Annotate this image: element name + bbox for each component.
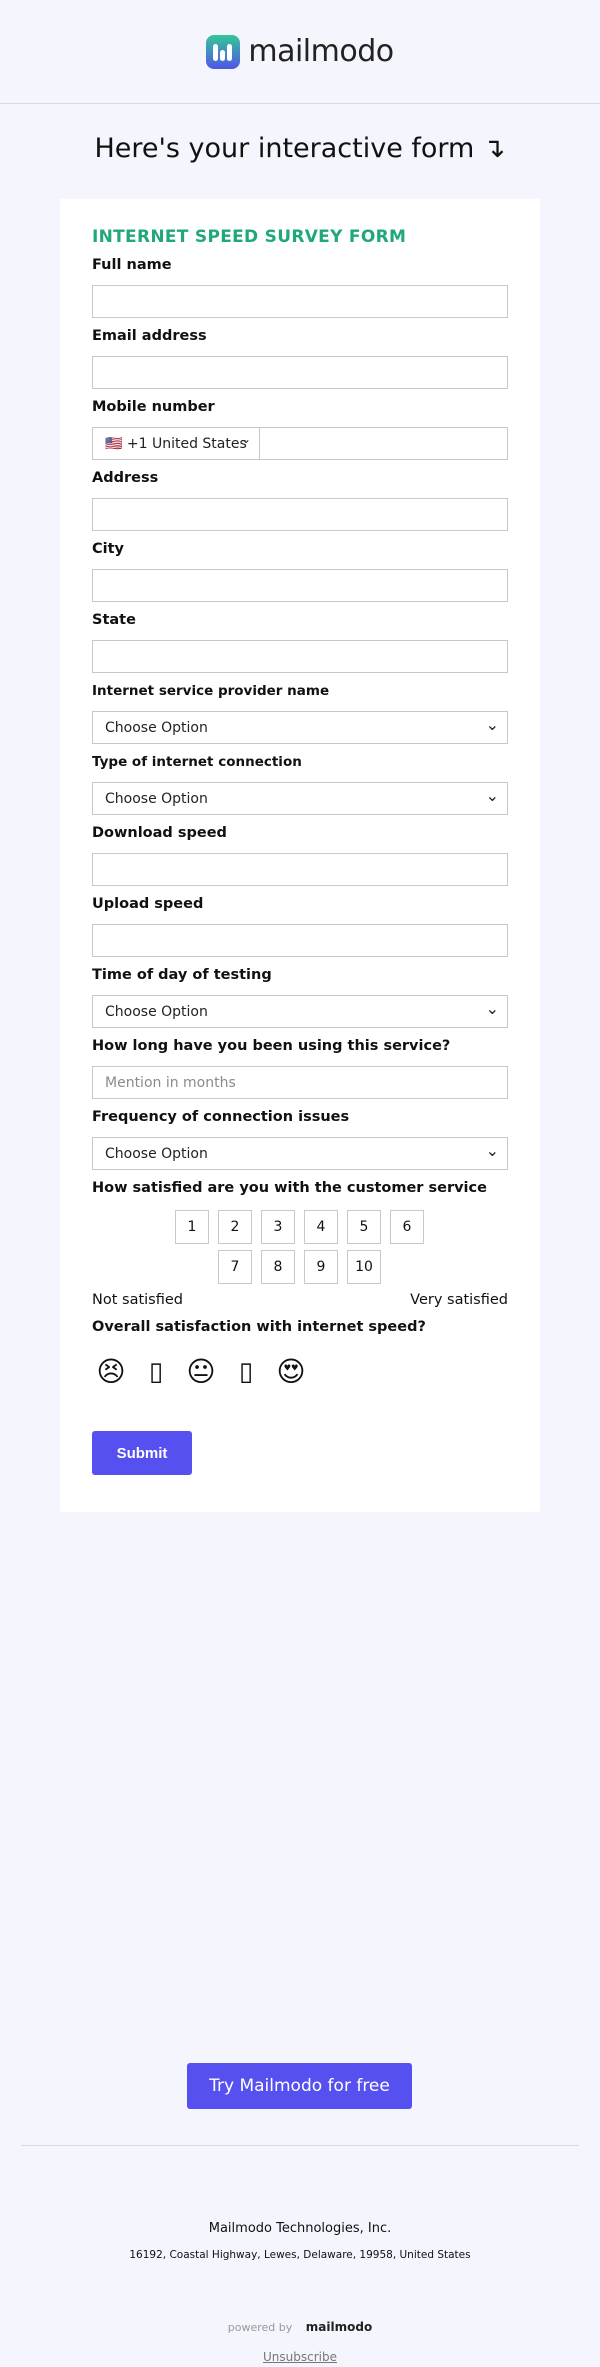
rating-button-8[interactable]: 8 bbox=[261, 1250, 295, 1284]
intro-heading: Here's your interactive form ↴ bbox=[94, 132, 506, 164]
rating-button-5[interactable]: 5 bbox=[347, 1210, 381, 1244]
persevering-face-icon[interactable]: 😣 bbox=[93, 1354, 129, 1390]
address-label: Address bbox=[92, 470, 159, 486]
powered-by[interactable]: powered by mailmodo bbox=[0, 2320, 600, 2334]
mobile-field: 🇺🇸 +1 United States ⌄ bbox=[92, 427, 508, 460]
powered-by-brand: mailmodo bbox=[305, 2320, 373, 2334]
connection-type-select[interactable]: Choose Option bbox=[92, 782, 508, 815]
company-address: 16192, Coastal Highway, Lewes, Delaware,… bbox=[129, 2249, 471, 2261]
neutral-face-icon[interactable]: 😐 bbox=[183, 1354, 219, 1390]
connection-type-value: Choose Option bbox=[105, 790, 208, 807]
city-label: City bbox=[92, 541, 124, 557]
time-of-day-value: Choose Option bbox=[105, 1003, 208, 1020]
unsubscribe-link[interactable]: Unsubscribe bbox=[0, 2350, 600, 2364]
footer-divider bbox=[21, 2145, 579, 2146]
full-name-input[interactable] bbox=[92, 285, 508, 318]
frequency-value: Choose Option bbox=[105, 1145, 208, 1162]
duration-label: How long have you been using this servic… bbox=[92, 1038, 451, 1054]
upload-speed-label: Upload speed bbox=[92, 896, 204, 912]
emoji-placeholder-icon[interactable]: ▯ bbox=[228, 1354, 264, 1390]
frequency-select[interactable]: Choose Option bbox=[92, 1137, 508, 1170]
mobile-number-input[interactable] bbox=[260, 428, 507, 459]
country-code-select[interactable]: 🇺🇸 +1 United States ⌄ bbox=[93, 428, 260, 459]
speed-satisfaction-label: Overall satisfaction with internet speed… bbox=[92, 1319, 426, 1335]
frequency-label: Frequency of connection issues bbox=[92, 1109, 350, 1125]
mailmodo-logo-icon bbox=[206, 34, 241, 69]
rating-low-label: Not satisfied bbox=[92, 1292, 183, 1308]
powered-by-text: powered by bbox=[227, 2321, 293, 2334]
rating-high-label: Very satisfied bbox=[410, 1292, 508, 1308]
rating-button-9[interactable]: 9 bbox=[304, 1250, 338, 1284]
rating-button-6[interactable]: 6 bbox=[390, 1210, 424, 1244]
header: mailmodo bbox=[0, 0, 600, 104]
full-name-label: Full name bbox=[92, 257, 172, 273]
chevron-down-icon: ⌄ bbox=[240, 432, 251, 446]
time-of-day-select[interactable]: Choose Option bbox=[92, 995, 508, 1028]
mailmodo-logo[interactable]: mailmodo bbox=[206, 34, 394, 69]
rating-button-10[interactable]: 10 bbox=[347, 1250, 381, 1284]
upload-speed-input[interactable] bbox=[92, 924, 508, 957]
isp-label: Internet service provider name bbox=[92, 683, 330, 699]
submit-button[interactable]: Submit bbox=[92, 1431, 192, 1475]
survey-form-card: INTERNET SPEED SURVEY FORM Full name Ema… bbox=[60, 199, 540, 1512]
brand-name: mailmodo bbox=[248, 34, 394, 69]
rating-button-7[interactable]: 7 bbox=[218, 1250, 252, 1284]
duration-input[interactable]: Mention in months bbox=[92, 1066, 508, 1099]
isp-select-value: Choose Option bbox=[105, 719, 208, 736]
customer-service-label: How satisfied are you with the customer … bbox=[92, 1180, 487, 1196]
rating-button-4[interactable]: 4 bbox=[304, 1210, 338, 1244]
try-mailmodo-button[interactable]: Try Mailmodo for free bbox=[187, 2063, 412, 2109]
rating-button-2[interactable]: 2 bbox=[218, 1210, 252, 1244]
state-label: State bbox=[92, 612, 136, 628]
email-label: Email address bbox=[92, 328, 207, 344]
state-input[interactable] bbox=[92, 640, 508, 673]
city-input[interactable] bbox=[92, 569, 508, 602]
download-speed-label: Download speed bbox=[92, 825, 227, 841]
company-name: Mailmodo Technologies, Inc. bbox=[208, 2221, 392, 2236]
rating-button-1[interactable]: 1 bbox=[175, 1210, 209, 1244]
heart-eyes-face-icon[interactable]: 😍 bbox=[273, 1354, 309, 1390]
form-title: INTERNET SPEED SURVEY FORM bbox=[92, 227, 407, 247]
isp-select[interactable]: Choose Option bbox=[92, 711, 508, 744]
connection-type-label: Type of internet connection bbox=[92, 754, 302, 770]
mobile-label: Mobile number bbox=[92, 399, 215, 415]
download-speed-input[interactable] bbox=[92, 853, 508, 886]
address-input[interactable] bbox=[92, 498, 508, 531]
rating-button-3[interactable]: 3 bbox=[261, 1210, 295, 1244]
time-of-day-label: Time of day of testing bbox=[92, 967, 272, 983]
country-code-value: 🇺🇸 +1 United States bbox=[105, 435, 247, 452]
email-input[interactable] bbox=[92, 356, 508, 389]
emoji-placeholder-icon[interactable]: ▯ bbox=[138, 1354, 174, 1390]
